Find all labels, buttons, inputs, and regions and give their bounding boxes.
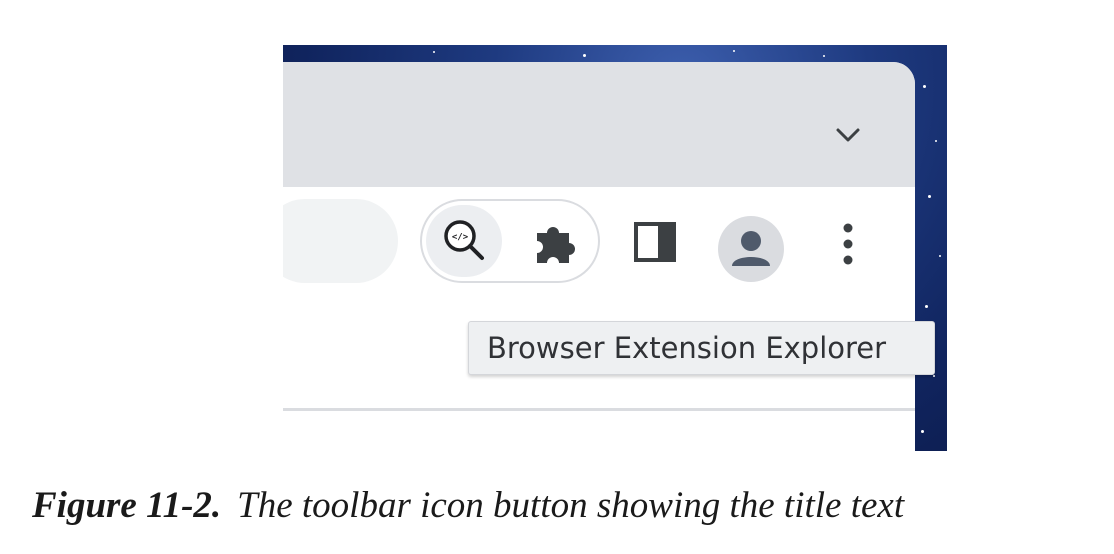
figure-label: Figure 11-2. bbox=[32, 485, 222, 526]
content-divider bbox=[283, 408, 915, 411]
browser-window: </> bbox=[283, 62, 915, 451]
vertical-dots-icon[interactable] bbox=[836, 220, 860, 268]
address-bar[interactable] bbox=[283, 199, 398, 283]
code-magnifier-icon[interactable]: </> bbox=[440, 216, 488, 264]
profile-avatar[interactable] bbox=[718, 216, 784, 282]
side-panel-icon[interactable] bbox=[634, 222, 676, 262]
tab-strip bbox=[283, 62, 915, 187]
browser-screenshot: </> Browser Extension Explorer bbox=[283, 45, 947, 451]
extensions-group: </> bbox=[420, 199, 600, 283]
tooltip: Browser Extension Explorer bbox=[468, 321, 935, 375]
puzzle-piece-icon[interactable] bbox=[533, 219, 583, 265]
toolbar: </> bbox=[283, 187, 915, 297]
figure-caption-text: The toolbar icon button showing the titl… bbox=[237, 485, 905, 526]
code-glyph: </> bbox=[452, 233, 469, 243]
chevron-down-icon[interactable] bbox=[835, 126, 861, 144]
figure-caption: Figure 11-2. The toolbar icon button show… bbox=[32, 484, 904, 527]
person-icon bbox=[732, 231, 770, 266]
